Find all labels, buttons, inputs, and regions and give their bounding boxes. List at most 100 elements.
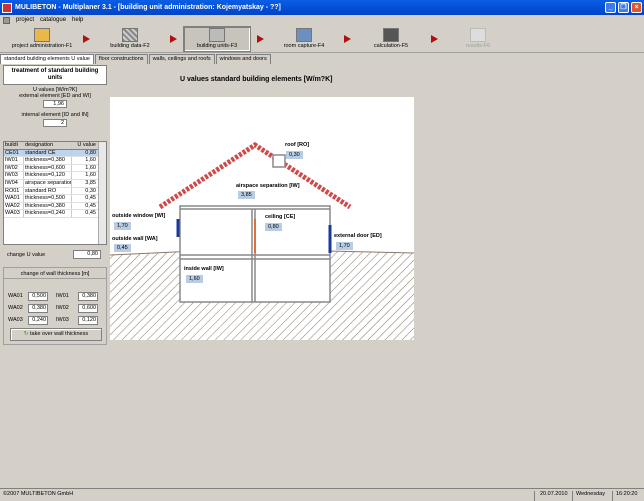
outside-window-label: outside window [WI] bbox=[112, 213, 166, 219]
wall-thickness-input[interactable]: 0,380 bbox=[78, 292, 98, 301]
table-row[interactable]: WA02 thickness=0,380 0,45 bbox=[4, 202, 106, 211]
folder-icon bbox=[34, 28, 50, 42]
tab-standard-elements[interactable]: standard building elements U value bbox=[0, 54, 94, 64]
status-day: Wednesday bbox=[576, 491, 605, 497]
table-cell: IW01 bbox=[4, 157, 24, 164]
restore-icon[interactable]: ❐ bbox=[618, 2, 629, 13]
airspace-label: airspace separation [IW] bbox=[236, 183, 300, 189]
arrow-right-icon bbox=[257, 35, 264, 43]
column-header[interactable]: designation bbox=[24, 142, 72, 149]
column-header[interactable]: U value bbox=[72, 142, 98, 149]
table-row[interactable]: WA03 thickness=0,240 0,45 bbox=[4, 210, 106, 218]
table-cell: WA01 bbox=[4, 195, 24, 202]
table-cell: CE01 bbox=[4, 149, 24, 157]
arrow-right-icon bbox=[83, 35, 90, 43]
table-row[interactable]: IW02 thickness=0,600 1,60 bbox=[4, 164, 106, 173]
panel-title: treatment of standard building units bbox=[3, 65, 107, 85]
table-cell: thickness=0,600 bbox=[24, 164, 72, 172]
arrow-right-icon bbox=[344, 35, 351, 43]
close-icon[interactable]: × bbox=[631, 2, 642, 13]
table-cell: 0,80 bbox=[85, 149, 96, 156]
table-row[interactable]: RO01 standard RO 0,30 bbox=[4, 187, 106, 196]
window-title: MULIBETON - Multiplaner 3.1 - [building … bbox=[15, 4, 281, 11]
wall-thickness-row: WA01 0,500 IW01 0,380 bbox=[8, 292, 104, 301]
external-door-label: external door [ED] bbox=[334, 233, 382, 239]
table-cell: standard RO bbox=[24, 187, 72, 195]
change-u-value-label: change U value bbox=[7, 252, 46, 258]
minimize-icon[interactable]: _ bbox=[605, 2, 616, 13]
outside-wall-value: 0,45 bbox=[114, 244, 131, 252]
take-over-wall-thickness-button[interactable]: ↻ take over wall thickness bbox=[10, 328, 102, 341]
tab-walls-ceilings-roofs[interactable]: walls, ceilings and roofs bbox=[148, 54, 215, 64]
table-scrollbar[interactable] bbox=[98, 142, 106, 244]
building-units-button[interactable]: building units-F3 bbox=[183, 26, 251, 52]
results-icon bbox=[470, 28, 486, 42]
table-row[interactable]: CE01 standard CE 0,80 bbox=[4, 149, 106, 158]
table-row[interactable]: WA01 thickness=0,500 0,45 bbox=[4, 195, 106, 203]
document-icon[interactable] bbox=[3, 16, 10, 24]
canvas-title: U values standard building elements [W/m… bbox=[180, 76, 333, 83]
tab-strip: standard building elements U value floor… bbox=[0, 54, 272, 64]
wall-thickness-input[interactable]: 0,240 bbox=[28, 316, 48, 325]
table-cell: thickness=0,380 bbox=[24, 157, 72, 164]
table-row[interactable]: IW01 thickness=0,380 1,60 bbox=[4, 157, 106, 165]
ceiling-label: ceiling [CE] bbox=[265, 214, 296, 220]
take-over-label: take over wall thickness bbox=[30, 331, 89, 337]
table-cell: IW02 bbox=[4, 164, 24, 172]
external-element-input[interactable]: 1,96 bbox=[43, 100, 67, 108]
change-u-value-row: change U value 0,80 bbox=[3, 250, 107, 260]
status-date: 20.07.2010 bbox=[540, 491, 568, 497]
table-cell: airspace separation bbox=[25, 179, 72, 187]
table-cell: standard CE bbox=[24, 149, 72, 157]
status-bar: ©2007 MULTIBETON GmbH 20.07.2010 Wednesd… bbox=[0, 488, 644, 501]
table-row[interactable]: IW03 thickness=0,120 1,60 bbox=[4, 172, 106, 180]
table-cell: IW04 bbox=[4, 179, 24, 187]
table-cell: thickness=0,380 bbox=[24, 202, 72, 210]
building-diagram: roof [RO] 0,30 airspace separation [IW] … bbox=[109, 97, 415, 340]
wall-thickness-input[interactable]: 0,500 bbox=[28, 292, 48, 301]
chimney bbox=[272, 154, 286, 168]
table-header: buildi designation U value bbox=[4, 142, 106, 150]
wall-code: WA01 bbox=[8, 293, 23, 299]
project-administration-button[interactable]: project administration-F1 bbox=[8, 26, 76, 52]
external-door-value: 1,70 bbox=[336, 242, 353, 250]
external-element-label: external element [ED and WI] bbox=[19, 93, 91, 99]
building-data-icon bbox=[122, 28, 138, 42]
table-cell: 1,60 bbox=[85, 157, 96, 164]
wall-code: IW03 bbox=[56, 317, 69, 323]
tab-floor-constructions[interactable]: floor constructions bbox=[94, 54, 148, 64]
menu-help[interactable]: help bbox=[72, 17, 83, 23]
tab-windows-doors[interactable]: windows and doors bbox=[215, 54, 271, 64]
app-icon bbox=[2, 2, 12, 13]
results-button[interactable]: results-F6 bbox=[444, 26, 512, 52]
wall-thickness-input[interactable]: 0,600 bbox=[78, 304, 98, 313]
table-cell: 0,30 bbox=[85, 187, 96, 194]
table-cell: thickness=0,120 bbox=[24, 172, 72, 179]
internal-element-input[interactable]: 2 bbox=[43, 119, 67, 127]
menu-catalogue[interactable]: catalogue bbox=[40, 17, 66, 23]
wall-thickness-input[interactable]: 0,120 bbox=[78, 316, 98, 325]
table-cell: 0,45 bbox=[85, 202, 96, 209]
arrow-right-icon bbox=[431, 35, 438, 43]
table-cell: 3,85 bbox=[85, 179, 96, 186]
building-data-button[interactable]: building data-F2 bbox=[96, 26, 164, 52]
left-panel: treatment of standard building units U v… bbox=[3, 65, 107, 345]
menu-project[interactable]: project bbox=[16, 17, 34, 23]
table-cell: WA02 bbox=[4, 202, 24, 210]
table-cell: RO01 bbox=[4, 187, 24, 195]
change-u-value-input[interactable]: 0,80 bbox=[73, 250, 101, 259]
wall-code: WA02 bbox=[8, 305, 23, 311]
airspace-value: 3,85 bbox=[238, 191, 255, 199]
wall-code: IW01 bbox=[56, 293, 69, 299]
toolbar: project administration-F1 building data-… bbox=[0, 25, 644, 53]
table-cell: 1,60 bbox=[85, 172, 96, 179]
table-row[interactable]: IW04 airspace separation 3,85 bbox=[4, 179, 106, 188]
column-header[interactable]: buildi bbox=[4, 142, 24, 149]
outside-window-value: 1,70 bbox=[114, 222, 131, 230]
calculation-button[interactable]: calculation-F5 bbox=[357, 26, 425, 52]
room-capture-button[interactable]: room capture-F4 bbox=[270, 26, 338, 52]
wall-thickness-input[interactable]: 0,380 bbox=[28, 304, 48, 313]
menu-bar: project catalogue help bbox=[0, 15, 644, 25]
title-bar: MULIBETON - Multiplaner 3.1 - [building … bbox=[0, 0, 644, 15]
roof-label: roof [RO] bbox=[285, 142, 310, 148]
